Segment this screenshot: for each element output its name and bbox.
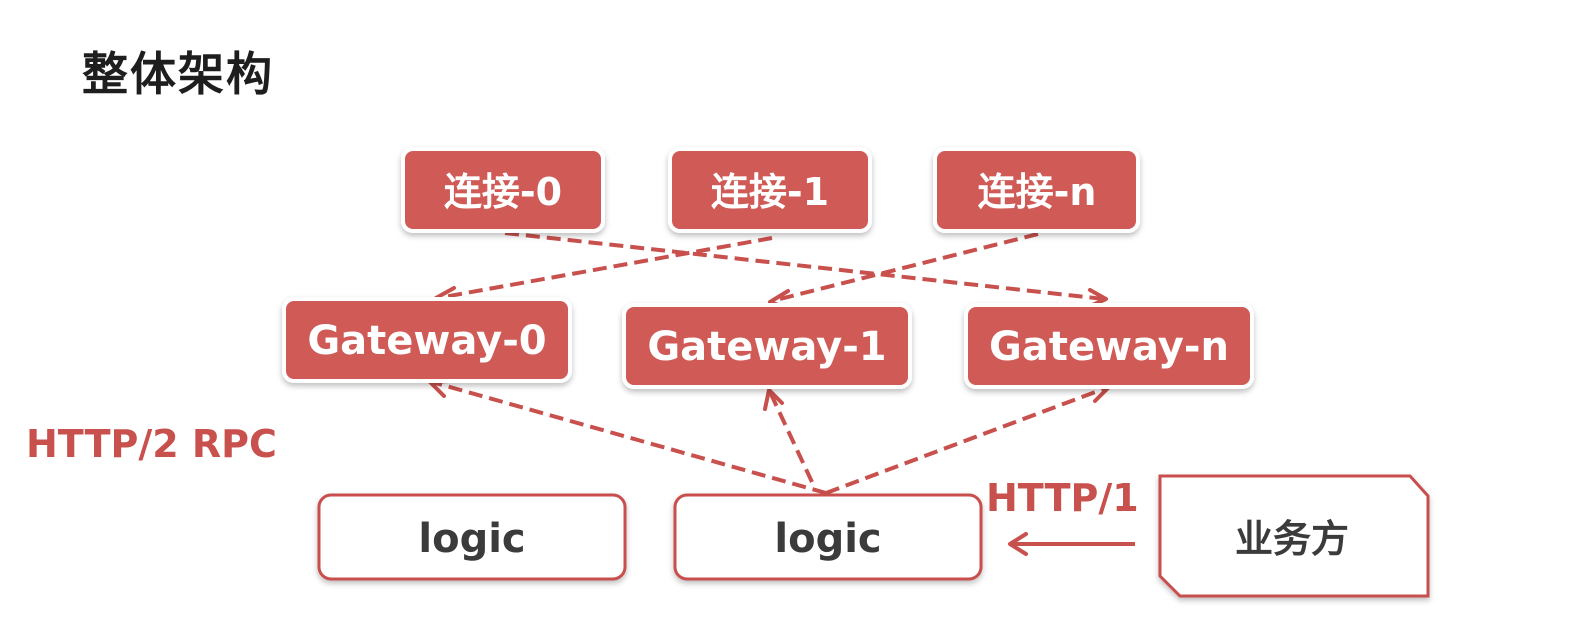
node-logic-2-label: logic bbox=[774, 516, 881, 562]
node-gateway-0: Gateway-0 bbox=[282, 297, 572, 383]
node-gateway-n: Gateway-n bbox=[964, 303, 1254, 389]
node-gateway-0-label: Gateway-0 bbox=[307, 318, 546, 364]
edge-logic-to-gwN bbox=[825, 383, 1110, 495]
node-gateway-1-label: Gateway-1 bbox=[647, 324, 886, 370]
node-conn-n-label: 连接-n bbox=[978, 170, 1097, 214]
node-gateway-n-label: Gateway-n bbox=[989, 324, 1229, 370]
node-business: 业务方 bbox=[1158, 474, 1430, 598]
edge-conn1-to-gw0 bbox=[434, 236, 773, 308]
edge-connN-to-gw1 bbox=[768, 232, 1039, 311]
node-gateway-1: Gateway-1 bbox=[622, 303, 912, 389]
node-logic-2: logic bbox=[673, 493, 983, 581]
node-conn-1: 连接-1 bbox=[668, 147, 872, 233]
node-conn-0: 连接-0 bbox=[401, 147, 605, 233]
node-conn-n: 连接-n bbox=[933, 147, 1140, 233]
node-logic-1: logic bbox=[317, 493, 627, 581]
node-conn-0-label: 连接-0 bbox=[444, 170, 562, 214]
node-logic-1-label: logic bbox=[418, 516, 525, 562]
architecture-diagram: 连接-0 连接-1 连接-n Gateway-0 Gateway-1 Gatew… bbox=[282, 147, 1430, 598]
node-business-label: 业务方 bbox=[1235, 517, 1349, 561]
edge-logic-to-gw1 bbox=[763, 388, 814, 483]
node-conn-1-label: 连接-1 bbox=[711, 170, 829, 214]
edge-business-to-logic bbox=[1008, 532, 1135, 556]
